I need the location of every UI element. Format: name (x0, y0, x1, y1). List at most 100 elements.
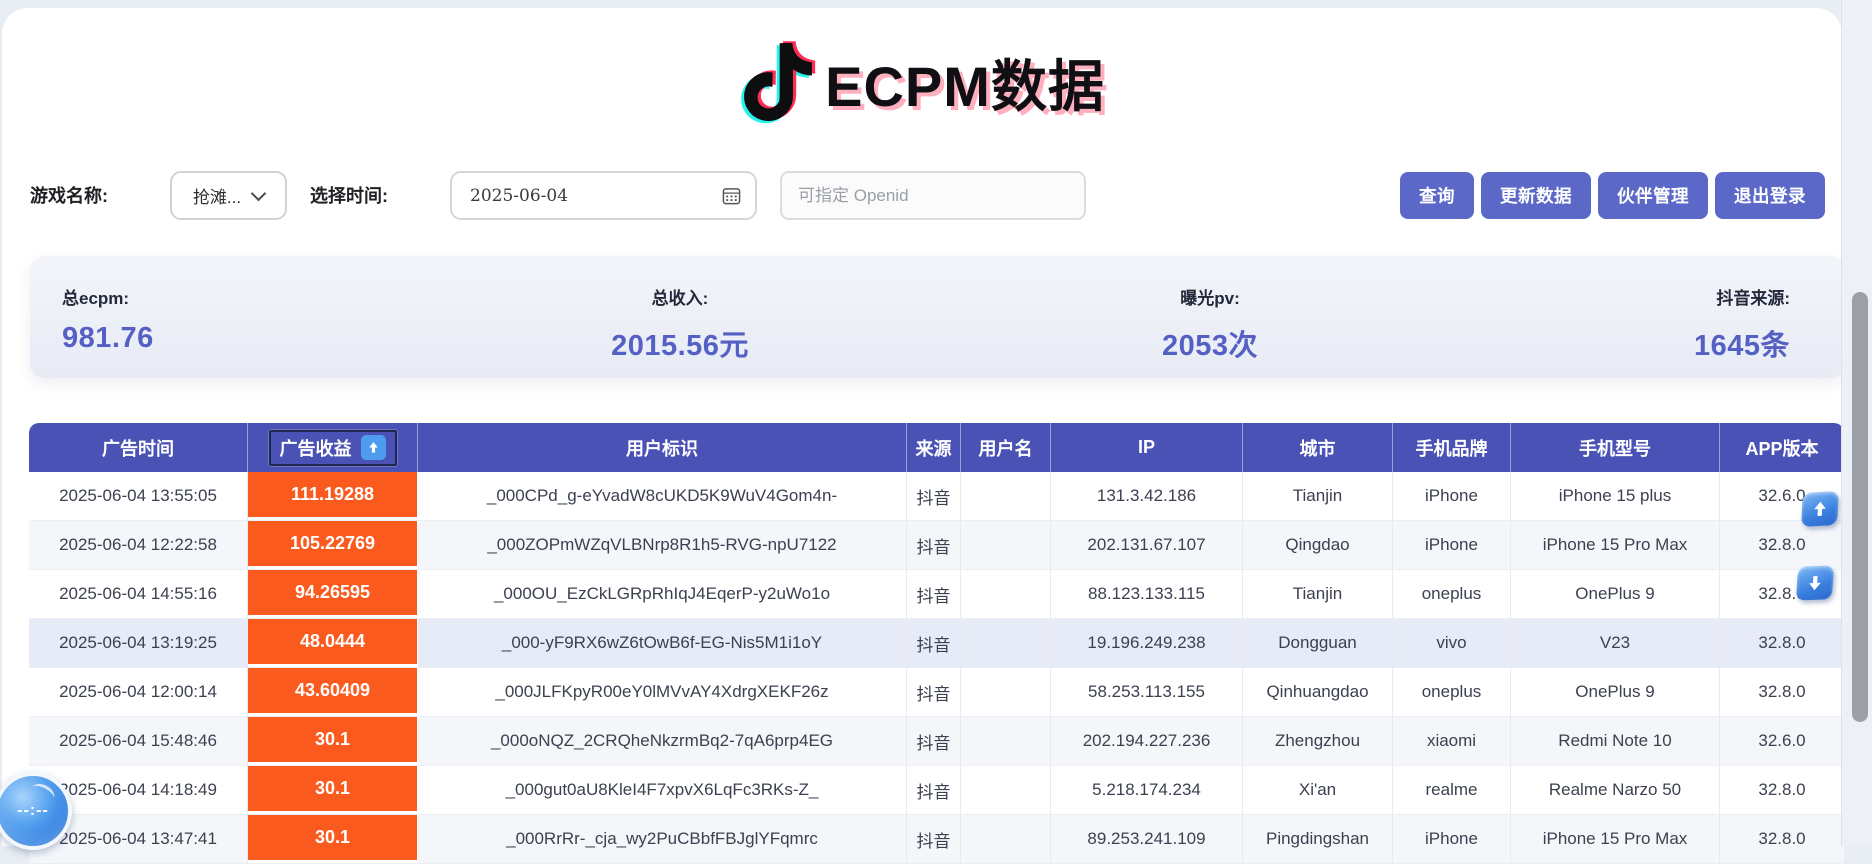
table-cell: 32.8.0 (1720, 521, 1844, 569)
table-cell: 32.8.0 (1720, 766, 1844, 814)
table-cell: vivo (1393, 619, 1511, 667)
table-cell (961, 472, 1051, 520)
refresh-data-button[interactable]: 更新数据 (1481, 172, 1591, 219)
table-cell: 抖音 (907, 815, 961, 863)
column-label: 广告收益 (280, 435, 352, 461)
table-cell: 32.8.0 (1720, 619, 1844, 667)
scrollbar-thumb[interactable] (1852, 292, 1868, 722)
stat-value: 2053次 (1060, 322, 1360, 364)
tiktok-note-icon (739, 36, 817, 128)
table-header-1[interactable]: 广告收益 (248, 423, 418, 472)
revenue-cell: 94.26595 (248, 570, 418, 618)
table-cell: 89.253.241.109 (1051, 815, 1243, 863)
table-cell: Zhengzhou (1243, 717, 1393, 765)
stat-total-income: 总收入: 2015.56元 (500, 284, 860, 364)
sort-revenue-control[interactable]: 广告收益 (269, 430, 397, 466)
table-cell (961, 619, 1051, 667)
table-row[interactable]: 2025-06-04 13:47:4130.1_000RrRr-_cja_wy2… (29, 815, 1844, 864)
query-button[interactable]: 查询 (1400, 172, 1474, 219)
scroll-up-button[interactable] (1801, 491, 1839, 527)
table-cell: Xi'an (1243, 766, 1393, 814)
toolbar: 查询 更新数据 伙伴管理 退出登录 (1400, 172, 1825, 219)
table-cell: _000oNQZ_2CRQheNkzrmBq2-7qA6prp4EG (418, 717, 907, 765)
ecpm-table: 广告时间广告收益用户标识来源用户名IP城市手机品牌手机型号APP版本 2025-… (29, 423, 1844, 864)
table-cell: 2025-06-04 13:55:05 (29, 472, 248, 520)
table-cell: iPhone 15 plus (1511, 472, 1720, 520)
table-cell (961, 717, 1051, 765)
table-cell: Tianjin (1243, 472, 1393, 520)
table-header-row: 广告时间广告收益用户标识来源用户名IP城市手机品牌手机型号APP版本 (29, 423, 1844, 472)
revenue-cell: 30.1 (248, 815, 418, 863)
table-cell: _000-yF9RX6wZ6tOwB6f-EG-Nis5M1i1oY (418, 619, 907, 667)
table-header-2: 用户标识 (418, 423, 907, 472)
table-header-4: 用户名 (961, 423, 1051, 472)
table-cell (961, 570, 1051, 618)
table-cell: oneplus (1393, 668, 1511, 716)
table-cell: 58.253.113.155 (1051, 668, 1243, 716)
select-time-label: 选择时间: (310, 172, 388, 220)
table-row[interactable]: 2025-06-04 14:18:4930.1_000gut0aU8KleI4F… (29, 766, 1844, 815)
stat-value: 2015.56元 (500, 322, 860, 364)
table-row[interactable]: 2025-06-04 12:22:58105.22769_000ZOPmWZqV… (29, 521, 1844, 570)
stat-total-ecpm: 总ecpm: 981.76 (62, 284, 154, 355)
table-cell: _000gut0aU8KleI4F7xpvX6LqFc3RKs-Z_ (418, 766, 907, 814)
table-cell: 88.123.133.115 (1051, 570, 1243, 618)
table-header-0: 广告时间 (29, 423, 248, 472)
table-cell: iPhone (1393, 521, 1511, 569)
table-row[interactable]: 2025-06-04 13:19:2548.0444_000-yF9RX6wZ6… (29, 619, 1844, 668)
game-select-value: 抢滩... (193, 183, 241, 208)
table-cell: 抖音 (907, 717, 961, 765)
page-title: ECPM数据 (825, 42, 1105, 123)
stat-value: 981.76 (62, 322, 154, 355)
table-cell: _000ZOPmWZqVLBNrp8R1h5-RVG-npU7122 (418, 521, 907, 569)
table-cell: 2025-06-04 12:22:58 (29, 521, 248, 569)
table-cell: 抖音 (907, 472, 961, 520)
table-cell (961, 521, 1051, 569)
table-cell: _000RrRr-_cja_wy2PuCBbfFBJglYFqmrc (418, 815, 907, 863)
table-row[interactable]: 2025-06-04 13:55:05111.19288_000CPd_g-eY… (29, 472, 1844, 521)
sort-up-arrow-icon[interactable] (361, 435, 386, 460)
stat-value: 1645条 (1694, 322, 1790, 364)
table-cell: 19.196.249.238 (1051, 619, 1243, 667)
table-cell: iPhone (1393, 815, 1511, 863)
table-header-9: APP版本 (1720, 423, 1844, 472)
table-row[interactable]: 2025-06-04 12:00:1443.60409_000JLFKpyR00… (29, 668, 1844, 717)
table-cell: OnePlus 9 (1511, 570, 1720, 618)
table-cell: iPhone (1393, 472, 1511, 520)
table-cell: Dongguan (1243, 619, 1393, 667)
app-logo: ECPM数据 (2, 26, 1842, 138)
table-cell: iPhone 15 Pro Max (1511, 521, 1720, 569)
calendar-icon (722, 186, 741, 205)
logout-button[interactable]: 退出登录 (1715, 172, 1825, 219)
table-cell: 202.131.67.107 (1051, 521, 1243, 569)
revenue-cell: 111.19288 (248, 472, 418, 520)
table-header-5: IP (1051, 423, 1243, 472)
revenue-cell: 43.60409 (248, 668, 418, 716)
table-cell (961, 766, 1051, 814)
table-cell: Tianjin (1243, 570, 1393, 618)
stat-label: 抖音来源: (1694, 284, 1790, 309)
table-cell: 32.8.0 (1720, 668, 1844, 716)
table-row[interactable]: 2025-06-04 14:55:1694.26595_000OU_EzCkLG… (29, 570, 1844, 619)
table-cell: Realme Narzo 50 (1511, 766, 1720, 814)
partner-manage-button[interactable]: 伙伴管理 (1598, 172, 1708, 219)
scrollbar-track[interactable] (1841, 0, 1872, 846)
scroll-down-button[interactable] (1796, 565, 1834, 600)
table-cell: 抖音 (907, 619, 961, 667)
table-cell: oneplus (1393, 570, 1511, 618)
game-select[interactable]: 抢滩... (170, 171, 287, 220)
stats-bar: 总ecpm: 981.76 总收入: 2015.56元 曝光pv: 2053次 … (30, 256, 1845, 378)
stat-exposure-pv: 曝光pv: 2053次 (1060, 284, 1360, 364)
table-cell: Pingdingshan (1243, 815, 1393, 863)
chevron-down-icon (251, 185, 267, 201)
openid-input[interactable] (780, 171, 1086, 220)
table-header-3: 来源 (907, 423, 961, 472)
table-cell: 抖音 (907, 521, 961, 569)
table-cell: V23 (1511, 619, 1720, 667)
date-picker-input[interactable]: 2025-06-04 (450, 171, 757, 220)
table-cell: 2025-06-04 12:00:14 (29, 668, 248, 716)
table-cell: xiaomi (1393, 717, 1511, 765)
table-cell: OnePlus 9 (1511, 668, 1720, 716)
table-row[interactable]: 2025-06-04 15:48:4630.1_000oNQZ_2CRQheNk… (29, 717, 1844, 766)
table-header-7: 手机品牌 (1393, 423, 1511, 472)
